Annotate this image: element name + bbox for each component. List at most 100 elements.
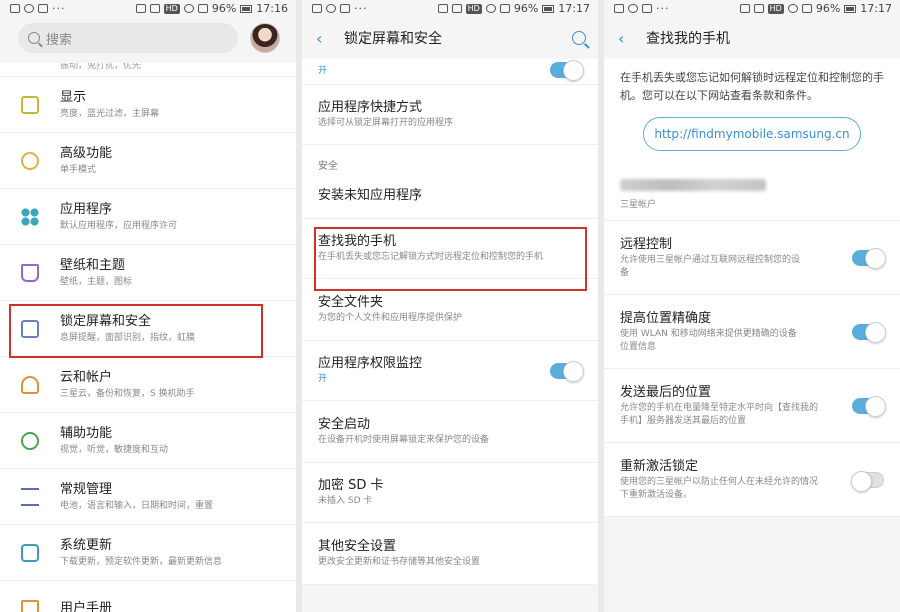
item-title: 加密 SD 卡 [318, 478, 384, 493]
message-notification-icon [340, 4, 350, 13]
send-last-location-toggle[interactable] [852, 395, 886, 417]
secure-startup-row[interactable]: 安全启动 在设备开机时使用屏幕锁定来保护您的设备 [302, 401, 598, 463]
other-security-row[interactable]: 其他安全设置 更改安全更新和证书存储等其他安全设置 [302, 523, 598, 585]
item-title: 壁纸和主题 [60, 257, 126, 273]
status-icons-right: HD 96% 17:17 [437, 2, 590, 15]
avatar[interactable] [250, 23, 280, 53]
app-shortcuts-row[interactable]: 应用程序快捷方式 选择可从锁定屏幕打开的应用程序 [302, 85, 598, 145]
app-bar: ‹ 锁定屏幕和安全 [302, 17, 598, 59]
permission-monitor-toggle[interactable] [550, 360, 584, 382]
settings-item-cloud-accounts[interactable]: 云和帐户 三星云，备份和恢复，S 换机助手 [0, 357, 296, 413]
item-title: 显示 [60, 89, 87, 105]
clipped-notifications-row[interactable]: 开 [302, 59, 598, 85]
item-subtitle: 使用您的三星帐户以防止任何人在未经允许的情况下重新激活设备。 [620, 476, 819, 500]
settings-item-system-update[interactable]: 系统更新 下载更新，预定软件更新，最新更新信息 [0, 525, 296, 581]
reactivation-lock-row[interactable]: 重新激活锁定 使用您的三星帐户以防止任何人在未经允许的情况下重新激活设备。 [604, 443, 900, 517]
item-subtitle: 未插入 SD 卡 [318, 496, 373, 506]
app-bar: ‹ 查找我的手机 [604, 17, 900, 59]
improve-location-accuracy-row[interactable]: 提高位置精确度 使用 WLAN 和移动网络来提供更精确的设备位置信息 [604, 295, 900, 369]
lock-screen-security-screen: ··· HD 96% 17:17 ‹ 锁定屏幕和安全 开 应用程序快捷方式 选择… [302, 0, 598, 612]
item-title: 高级功能 [60, 145, 113, 161]
back-arrow-icon[interactable]: ‹ [618, 29, 640, 48]
item-title: 常规管理 [60, 481, 113, 497]
security-list: 开 应用程序快捷方式 选择可从锁定屏幕打开的应用程序 安全 安装未知应用程序 查… [302, 59, 598, 585]
page-title: 锁定屏幕和安全 [344, 31, 442, 47]
app-permission-monitor-row[interactable]: 应用程序权限监控 开 [302, 341, 598, 401]
settings-item-accessibility[interactable]: 辅助功能 视觉，听觉，敏捷度和互动 [0, 413, 296, 469]
item-title: 用户手册 [60, 600, 113, 612]
samsung-account-row[interactable]: 三星帐户 [604, 163, 900, 221]
settings-item-advanced[interactable]: 高级功能 单手模式 [0, 133, 296, 189]
status-icons-left: ··· [10, 2, 66, 15]
settings-item-wallpaper[interactable]: 壁纸和主题 壁纸，主题，图标 [0, 245, 296, 301]
search-row: 搜索 [0, 17, 296, 59]
mute-icon [451, 4, 462, 13]
item-title: 应用程序 [60, 201, 113, 217]
battery-percent: 96% [513, 2, 539, 15]
settings-item-display[interactable]: 显示 亮度，蓝光过滤，主屏幕 [0, 77, 296, 133]
nfc-icon [437, 4, 448, 13]
mute-icon [149, 4, 160, 13]
remote-controls-row[interactable]: 远程控制 允许使用三星帐户通过互联网远程控制您的设备 [604, 221, 900, 295]
item-title: 安装未知应用程序 [318, 187, 423, 203]
clipped-item-subtitle: 振动，免打扰，优先 [0, 63, 296, 77]
notifications-toggle[interactable] [550, 60, 584, 81]
more-notifications-icon: ··· [52, 2, 66, 15]
item-title: 安全文件夹 [318, 295, 384, 310]
signal-icon [801, 4, 812, 13]
settings-item-apps[interactable]: 应用程序 默认应用程序，应用程序许可 [0, 189, 296, 245]
display-icon [21, 95, 39, 114]
secure-folder-row[interactable]: 安全文件夹 为您的个人文件和应用程序提供保护 [302, 279, 598, 341]
section-header-security: 安全 [302, 145, 598, 173]
wallpaper-icon [21, 263, 39, 282]
item-subtitle: 使用 WLAN 和移动网络来提供更精确的设备位置信息 [620, 328, 797, 352]
search-input[interactable]: 搜索 [18, 23, 238, 53]
redacted-account-email [620, 179, 766, 191]
encrypt-sd-row[interactable]: 加密 SD 卡 未插入 SD 卡 [302, 463, 598, 523]
description-text: 在手机丢失或您忘记如何解锁时远程定位和控制您的手机。您可以在以下网站查看条款和条… [604, 59, 900, 113]
more-notifications-icon: ··· [656, 2, 670, 15]
item-subtitle: 选择可从锁定屏幕打开的应用程序 [318, 118, 454, 128]
status-icons-left: ··· [614, 2, 670, 15]
settings-screen: ··· HD 96% 17:16 搜索 振动，免打扰，优先 显示 亮度，蓝光过滤… [0, 0, 296, 612]
remote-controls-toggle[interactable] [852, 247, 886, 269]
page-title: 查找我的手机 [646, 31, 730, 47]
item-title: 锁定屏幕和安全 [60, 313, 152, 329]
settings-item-user-manual[interactable]: 用户手册 [0, 581, 296, 612]
message-notification-icon [38, 4, 48, 13]
settings-item-lock-screen-security[interactable]: 锁定屏幕和安全 息屏提醒，面部识别，指纹，虹膜 [0, 301, 296, 357]
find-my-mobile-url-button[interactable]: http://findmymobile.samsung.cn [643, 117, 861, 151]
item-title: 其他安全设置 [318, 539, 397, 554]
find-my-mobile-row[interactable]: 查找我的手机 在手机丢失或您忘记解锁方式时远程定位和控制您的手机 [302, 219, 598, 279]
hd-badge: HD [767, 3, 784, 14]
search-icon[interactable] [572, 31, 586, 45]
item-subtitle: 在手机丢失或您忘记解锁方式时远程定位和控制您的手机 [318, 252, 544, 262]
message-notification-icon [642, 4, 652, 13]
item-title: 安全启动 [318, 417, 371, 432]
reactivation-lock-toggle[interactable] [851, 470, 884, 492]
find-my-mobile-screen: ··· HD 96% 17:17 ‹ 查找我的手机 在手机丢失或您忘记如何解锁时… [604, 0, 900, 612]
status-bar: ··· HD 96% 17:17 [302, 0, 598, 17]
send-last-location-row[interactable]: 发送最后的位置 允许您的手机在电量降至特定水平时向【查找我的手机】服务器发送其最… [604, 369, 900, 443]
signal-icon [197, 4, 208, 13]
search-icon [28, 32, 40, 44]
back-arrow-icon[interactable]: ‹ [316, 29, 338, 48]
clock: 17:17 [558, 2, 590, 15]
wifi-icon [183, 4, 194, 13]
clock: 17:17 [860, 2, 892, 15]
item-status: 开 [318, 66, 328, 76]
install-unknown-apps-row[interactable]: 安装未知应用程序 [302, 173, 598, 219]
item-subtitle: 更改安全更新和证书存储等其他安全设置 [318, 557, 481, 567]
manual-icon [21, 599, 39, 612]
image-notification-icon [312, 4, 322, 13]
location-accuracy-toggle[interactable] [852, 321, 886, 343]
battery-percent: 96% [211, 2, 237, 15]
hd-badge: HD [465, 3, 482, 14]
screens-composite: ··· HD 96% 17:16 搜索 振动，免打扰，优先 显示 亮度，蓝光过滤… [0, 0, 900, 612]
account-label: 三星帐户 [620, 200, 657, 210]
settings-list: 振动，免打扰，优先 显示 亮度，蓝光过滤，主屏幕 高级功能 单手模式 应用程序 [0, 63, 296, 612]
advanced-features-icon [21, 151, 39, 170]
settings-item-general-management[interactable]: 常规管理 电池，语言和输入，日期和时间，重置 [0, 469, 296, 525]
more-notifications-icon: ··· [354, 2, 368, 15]
status-icons-left: ··· [312, 2, 368, 15]
